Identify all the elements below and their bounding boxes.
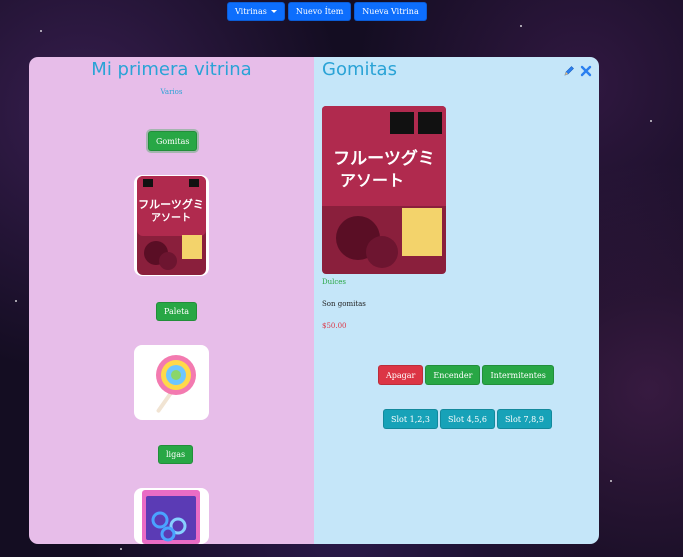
svg-text:アソート: アソート [151, 212, 191, 224]
turn-on-button[interactable]: Encender [425, 365, 481, 385]
star [610, 480, 612, 482]
vitrinas-dropdown-button[interactable]: Vitrinas [227, 2, 285, 21]
star [120, 548, 122, 550]
svg-text:フルーツグミ: フルーツグミ [138, 197, 204, 211]
showcase-container: Mi primera vitrina Varios Gomitas フルーツグミ… [29, 57, 599, 544]
blink-button[interactable]: Intermitentes [482, 365, 554, 385]
gummy-candy-bag-image: フルーツグミ アソート [137, 176, 206, 275]
hair-ties-package-image [142, 490, 200, 544]
item-image: フルーツグミ アソート [322, 106, 446, 274]
gummy-candy-bag-image: フルーツグミ アソート [322, 106, 446, 274]
pencil-icon[interactable] [563, 62, 575, 76]
item-button-ligas[interactable]: ligas [158, 445, 194, 464]
close-icon[interactable] [580, 62, 592, 77]
slot-4-5-6-button[interactable]: Slot 4,5,6 [439, 409, 495, 429]
new-showcase-button[interactable]: Nueva Vitrina [354, 2, 427, 21]
vitrinas-label: Vitrinas [235, 7, 267, 16]
star [15, 300, 17, 302]
star [650, 120, 652, 122]
star [520, 25, 522, 27]
gummy-candy-thumbnail[interactable]: フルーツグミ アソート [134, 175, 209, 276]
item-description: Son gomitas [322, 300, 366, 308]
lollipop-thumbnail[interactable] [134, 345, 209, 420]
slot-1-2-3-button[interactable]: Slot 1,2,3 [383, 409, 438, 429]
showcase-subtitle: Varios [160, 88, 183, 96]
top-nav: Vitrinas Nuevo Ítem Nueva Vitrina [227, 2, 427, 21]
item-category: Dulces [322, 278, 347, 286]
caret-down-icon [270, 10, 277, 13]
item-button-paleta[interactable]: Paleta [156, 302, 198, 321]
item-price: $50.00 [322, 322, 347, 330]
slot-7-8-9-button[interactable]: Slot 7,8,9 [496, 409, 552, 429]
svg-text:フルーツグミ: フルーツグミ [333, 148, 435, 169]
svg-text:アソート: アソート [340, 171, 404, 190]
item-button-gomitas[interactable]: Gomitas [148, 131, 198, 151]
hair-ties-thumbnail[interactable] [134, 488, 209, 544]
light-controls: Apagar Encender Intermitentes [378, 365, 554, 385]
item-detail-panel: Gomitas フルーツグミ アソート Dulces Son gomitas $… [314, 57, 599, 544]
swirl-lollipop-image [156, 355, 196, 413]
item-title: Gomitas [322, 59, 397, 80]
showcase-title: Mi primera vitrina [91, 59, 252, 80]
slot-controls: Slot 1,2,3 Slot 4,5,6 Slot 7,8,9 [383, 409, 552, 429]
turn-off-button[interactable]: Apagar [378, 365, 424, 385]
new-item-button[interactable]: Nuevo Ítem [287, 2, 352, 21]
star [40, 30, 42, 32]
showcase-panel: Mi primera vitrina Varios Gomitas フルーツグミ… [29, 57, 314, 544]
